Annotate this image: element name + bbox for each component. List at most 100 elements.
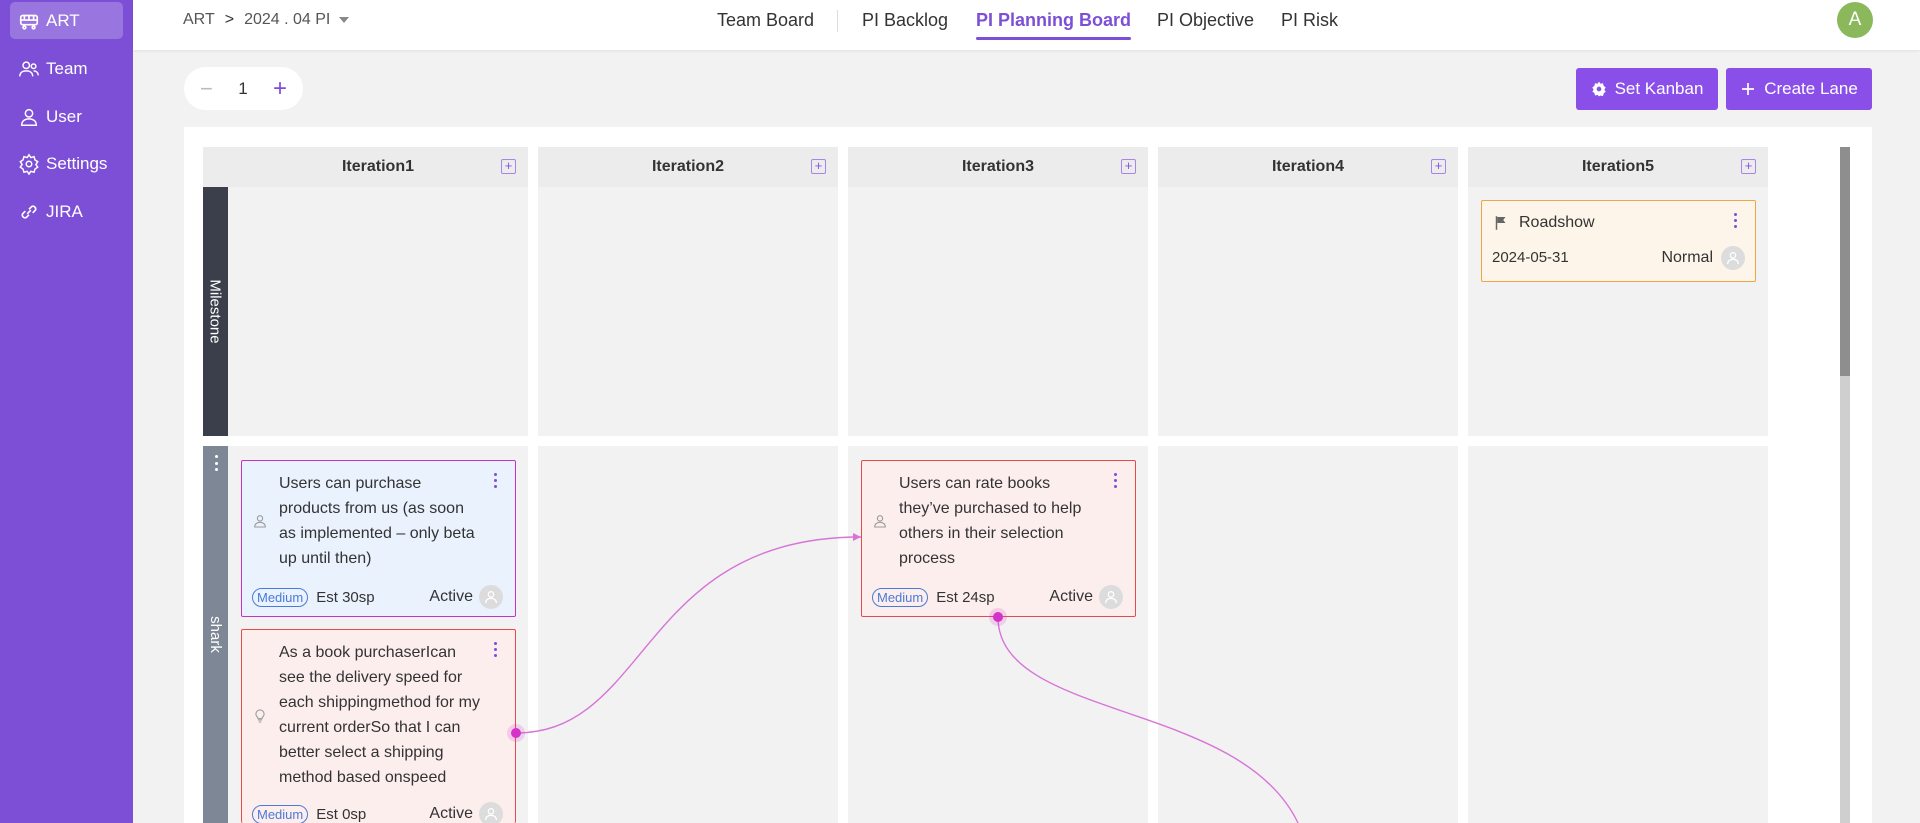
card-footer: Medium Est 0sp Active: [252, 802, 503, 823]
column-header-iteration3: Iteration3 +: [848, 147, 1148, 187]
top-header: ART > 2024 . 04 PI Team Board PI Backlog…: [133, 0, 1920, 50]
pi-selector[interactable]: 2024 . 04 PI: [244, 11, 330, 29]
tab-pi-objective[interactable]: PI Objective: [1157, 0, 1254, 40]
vertical-scrollbar[interactable]: [1840, 147, 1850, 823]
sidebar-item-label: JIRA: [46, 201, 83, 221]
status-badge: Active: [429, 588, 473, 605]
sidebar-item-jira[interactable]: JIRA: [10, 193, 123, 230]
sidebar-item-team[interactable]: Team: [10, 50, 123, 87]
feature-card[interactable]: Users can purchase products from us (as …: [241, 460, 516, 617]
estimate: Est 0sp: [316, 805, 367, 823]
user-story-icon: [254, 515, 266, 528]
breadcrumb-root[interactable]: ART: [183, 11, 215, 29]
breadcrumb-separator: >: [224, 11, 235, 28]
priority-tag: Medium: [872, 587, 929, 607]
gear-icon: [1591, 81, 1606, 97]
tab-pi-backlog[interactable]: PI Backlog: [862, 0, 948, 40]
column-header-iteration1: Iteration1 +: [228, 147, 528, 187]
lane-count-stepper: − 1 +: [184, 67, 303, 110]
assignee-avatar-icon[interactable]: [479, 802, 503, 823]
assignee-avatar-icon[interactable]: [1099, 585, 1123, 609]
lane-label-milestone[interactable]: Milestone: [203, 187, 228, 436]
sidebar-item-art[interactable]: ART: [10, 2, 123, 39]
board-corner: [203, 147, 228, 187]
card-title: As a book purchaserIcan see the delivery…: [279, 644, 480, 786]
status-badge: Active: [429, 805, 473, 822]
board-cell[interactable]: [538, 446, 838, 823]
board-cell[interactable]: [1158, 187, 1458, 436]
decrement-button[interactable]: −: [200, 76, 213, 102]
lane-label-shark[interactable]: shark: [203, 446, 228, 823]
board-cell[interactable]: [848, 187, 1148, 436]
lane-title: shark: [207, 616, 224, 653]
column-header-iteration5: Iteration5 +: [1468, 147, 1768, 187]
assignee-avatar-icon[interactable]: [479, 585, 503, 609]
link-handle[interactable]: [993, 612, 1003, 622]
sidebar-item-label: Settings: [46, 153, 108, 173]
assignee-avatar-icon[interactable]: [1721, 246, 1745, 270]
column-title: Iteration4: [1271, 158, 1344, 175]
chevron-down-icon[interactable]: [339, 17, 350, 23]
breadcrumb: ART > 2024 . 04 PI: [183, 0, 350, 40]
create-lane-button[interactable]: Create Lane: [1726, 68, 1872, 110]
board-cell[interactable]: [1468, 446, 1768, 823]
team-icon: [19, 60, 39, 76]
plus-icon: [1742, 83, 1755, 95]
create-lane-label: Create Lane: [1764, 79, 1858, 98]
scrollbar-thumb[interactable]: [1840, 147, 1850, 376]
tab-team-board[interactable]: Team Board: [717, 0, 814, 40]
sidebar-item-user[interactable]: User: [10, 98, 123, 135]
priority-tag: Medium: [252, 804, 309, 823]
column-title: Iteration2: [651, 158, 724, 175]
card-footer: Medium Est 24sp Active: [872, 585, 1123, 609]
card-title: Users can purchase products from us (as …: [279, 475, 475, 567]
card-footer: Medium Est 30sp Active: [252, 585, 503, 609]
add-card-icon[interactable]: +: [811, 159, 826, 174]
priority-tag: Medium: [252, 587, 309, 607]
milestone-card[interactable]: Roadshow 2024-05-31 Normal: [1481, 200, 1756, 282]
sidebar: ART Team User Settings JIRA: [0, 0, 133, 823]
increment-button[interactable]: +: [273, 75, 287, 103]
lightbulb-icon: [255, 709, 265, 723]
train-icon: [19, 14, 39, 30]
milestone-title: Roadshow: [1519, 214, 1595, 231]
link-icon: [21, 204, 37, 219]
feature-card[interactable]: Users can rate books they’ve purchased t…: [861, 460, 1136, 617]
sidebar-item-label: Team: [46, 58, 88, 78]
user-icon: [20, 108, 38, 126]
set-kanban-button[interactable]: Set Kanban: [1576, 68, 1718, 110]
nav-divider: [837, 10, 838, 32]
lane-menu-icon[interactable]: [211, 455, 221, 471]
column-title: Iteration5: [1581, 158, 1654, 175]
stepper-value[interactable]: 1: [238, 79, 247, 99]
board-cell[interactable]: [228, 187, 528, 436]
sidebar-item-settings[interactable]: Settings: [10, 145, 123, 182]
sidebar-item-label: User: [46, 106, 82, 126]
column-title: Iteration3: [961, 158, 1034, 175]
set-kanban-label: Set Kanban: [1614, 79, 1704, 98]
add-card-icon[interactable]: +: [1741, 159, 1756, 174]
link-handle[interactable]: [511, 728, 521, 738]
flag-icon: [1495, 216, 1506, 230]
add-card-icon[interactable]: +: [1121, 159, 1136, 174]
add-card-icon[interactable]: +: [501, 159, 516, 174]
estimate: Est 30sp: [316, 588, 375, 606]
add-card-icon[interactable]: +: [1431, 159, 1446, 174]
column-header-iteration4: Iteration4 +: [1158, 147, 1458, 187]
card-title: Users can rate books they’ve purchased t…: [899, 475, 1082, 567]
avatar[interactable]: A: [1837, 2, 1873, 38]
tab-pi-risk[interactable]: PI Risk: [1281, 0, 1338, 40]
user-story-icon: [874, 515, 886, 528]
sidebar-item-label: ART: [46, 10, 80, 30]
card-menu-icon[interactable]: [494, 642, 498, 657]
feature-card[interactable]: As a book purchaserIcan see the delivery…: [241, 629, 516, 823]
board-cell[interactable]: [1158, 446, 1458, 823]
tab-pi-planning-board[interactable]: PI Planning Board: [976, 0, 1132, 40]
status-badge: Active: [1049, 588, 1093, 605]
card-menu-icon[interactable]: [494, 473, 498, 488]
board-cell[interactable]: [538, 187, 838, 436]
estimate: Est 24sp: [936, 588, 995, 606]
card-menu-icon[interactable]: [1734, 213, 1738, 228]
column-header-iteration2: Iteration2 +: [538, 147, 838, 187]
card-menu-icon[interactable]: [1114, 473, 1118, 488]
